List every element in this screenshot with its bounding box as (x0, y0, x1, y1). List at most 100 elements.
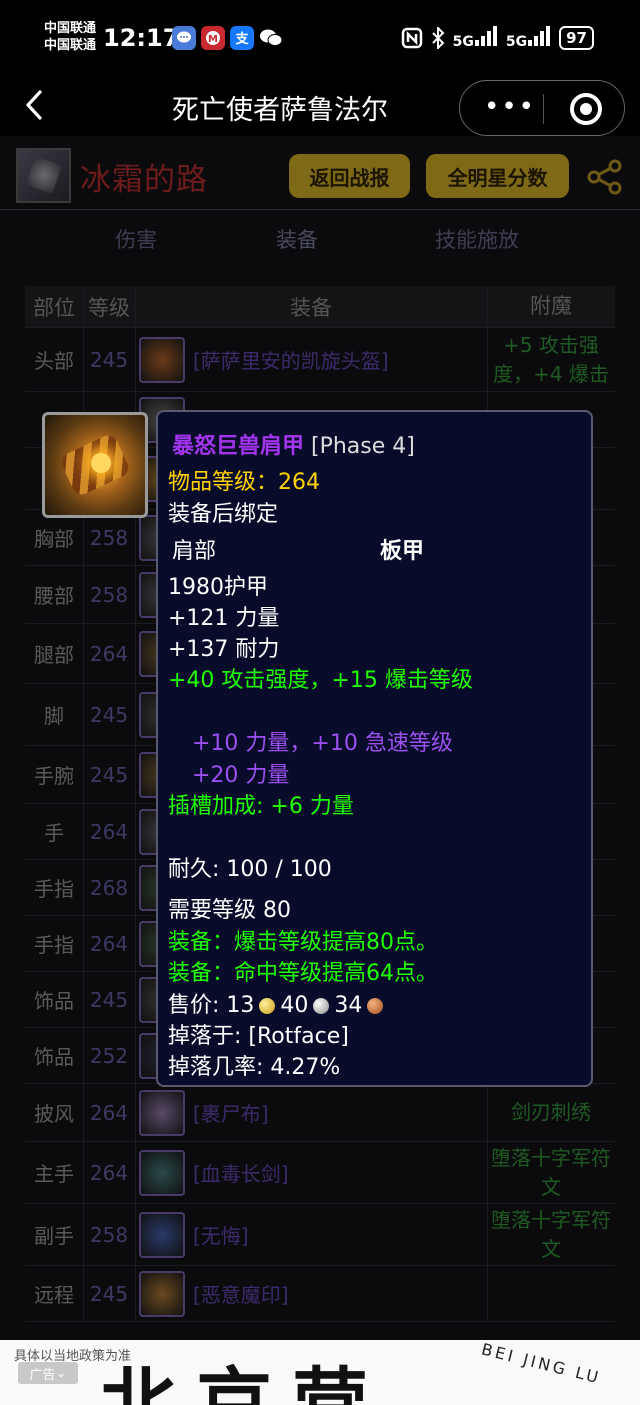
row-level: 258 (89, 525, 129, 550)
row-slot: 副手 (34, 1224, 74, 1248)
row-level: 258 (89, 582, 129, 607)
row-enchant (487, 1266, 615, 1321)
item-icon[interactable] (139, 1211, 185, 1258)
item-socket-bonus: 插槽加成: +6 力量 (168, 794, 354, 819)
item-bind: 装备后绑定 (168, 502, 279, 527)
item-armor-type: 板甲 (380, 539, 425, 564)
item-armor: 1980护甲 (168, 575, 268, 600)
item-icon[interactable] (139, 1089, 185, 1136)
chat-bubble-icon (172, 26, 196, 50)
tooltip-title: 暴怒巨兽肩甲 [Phase 4] (172, 428, 415, 460)
row-level: 245 (89, 762, 129, 787)
ad-tag[interactable]: 广告 ⌄ (18, 1362, 78, 1384)
signal-1: 5G (453, 26, 498, 50)
allstar-score-button[interactable]: 全明星分数 (426, 154, 569, 198)
row-slot: 腰部 (34, 584, 74, 608)
row-slot: 披风 (34, 1102, 74, 1126)
clock: 12:17 (103, 24, 180, 52)
item-icon[interactable] (139, 1270, 185, 1317)
item-name[interactable]: [裹尸布] (193, 1098, 269, 1127)
item-name: 暴怒巨兽肩甲 (172, 434, 305, 459)
capsule-divider (543, 94, 544, 124)
item-stat-stamina: +137 耐力 (168, 637, 280, 662)
copper-coin-icon (367, 998, 384, 1014)
table-row[interactable]: 副手 258 [无悔] 堕落十字军符文 (25, 1204, 615, 1266)
table-row[interactable]: 头部 245 [萨萨里安的凯旋头盔] +5 攻击强度，+4 爆击 (25, 328, 615, 392)
alipay-icon: 支 (230, 26, 254, 50)
item-sell-price: 售价: 13 40 34 (168, 987, 388, 1019)
item-name[interactable]: [无悔] (193, 1220, 249, 1249)
item-phase: [Phase 4] (311, 434, 415, 459)
share-icon[interactable] (586, 158, 624, 196)
tab-bar: 伤害 装备 技能施放 (0, 216, 640, 258)
col-header-slot: 部位 (33, 295, 75, 320)
col-header-item: 装备 (290, 295, 332, 320)
row-enchant: 堕落十字军符文 (491, 1207, 611, 1261)
item-equip-crit: 装备：爆击等级提高80点。 (168, 930, 438, 955)
svg-text:M: M (208, 34, 218, 45)
row-level: 264 (89, 1160, 129, 1185)
wechat-icon (259, 26, 283, 50)
battery-indicator: 97 (559, 26, 594, 50)
item-equip-hit: 装备：命中等级提高64点。 (168, 961, 438, 986)
row-slot: 远程 (34, 1283, 74, 1307)
row-slot: 头部 (34, 349, 74, 373)
row-slot: 手腕 (34, 764, 74, 788)
back-to-report-button[interactable]: 返回战报 (289, 154, 410, 198)
row-level: 245 (89, 1281, 129, 1306)
row-level: 252 (89, 1043, 129, 1068)
item-icon[interactable] (139, 1149, 185, 1196)
item-required-level: 需要等级 80 (168, 898, 291, 923)
item-icon[interactable] (139, 336, 185, 383)
bank-icon: M (201, 26, 225, 50)
row-level: 258 (89, 1222, 129, 1247)
tab-damage[interactable]: 伤害 (115, 224, 157, 254)
signal-bars-icon (528, 26, 551, 46)
report-header: 冰霜的路 返回战报 全明星分数 (0, 136, 640, 210)
row-slot: 手指 (34, 877, 74, 901)
row-item[interactable]: [血毒长剑] (135, 1142, 487, 1203)
close-target-icon[interactable] (570, 93, 602, 125)
signal-2: 5G (506, 26, 551, 50)
row-enchant: 剑刃刺绣 (511, 1100, 591, 1124)
row-level: 264 (89, 931, 129, 956)
row-slot: 手指 (34, 933, 74, 957)
table-row[interactable]: 主手 264 [血毒长剑] 堕落十字军符文 (25, 1142, 615, 1204)
row-slot: 手 (44, 821, 64, 845)
item-stat-strength: +121 力量 (168, 606, 280, 631)
item-slot: 肩部 (172, 539, 217, 564)
item-name[interactable]: [萨萨里安的凯旋头盔] (193, 345, 389, 374)
item-name[interactable]: [恶意魔印] (193, 1279, 289, 1308)
row-item[interactable]: [萨萨里安的凯旋头盔] (135, 328, 487, 391)
item-drop-source: 掉落于: [Rotface] (168, 1024, 349, 1049)
row-item[interactable]: [裹尸布] (135, 1084, 487, 1141)
item-tooltip: 暴怒巨兽肩甲 [Phase 4] 物品等级：264 装备后绑定 肩部 板甲 19… (156, 410, 593, 1087)
ad-brand-text: BEI JING LU (479, 1340, 604, 1388)
route-title: 冰霜的路 (80, 162, 208, 198)
row-item[interactable]: [恶意魔印] (135, 1266, 487, 1321)
item-enchant: +40 攻击强度，+15 爆击等级 (168, 668, 473, 693)
row-level: 245 (89, 987, 129, 1012)
tab-casts[interactable]: 技能施放 (435, 224, 519, 254)
row-slot: 腿部 (34, 643, 74, 667)
row-item[interactable]: [无悔] (135, 1204, 487, 1265)
item-gem-2: +20 力量 (192, 763, 290, 788)
shoulder-armor-icon (42, 412, 148, 518)
tab-equipment[interactable]: 装备 (276, 224, 318, 254)
item-name[interactable]: [血毒长剑] (193, 1158, 289, 1187)
item-durability: 耐久: 100 / 100 (168, 857, 332, 882)
item-gem-1: +10 力量，+10 急速等级 (192, 731, 453, 756)
table-row[interactable]: 远程 245 [恶意魔印] (25, 1266, 615, 1322)
ad-banner[interactable]: 具体以当地政策为准 广告 ⌄ 北京营 BEI JING LU (0, 1340, 640, 1405)
system-icons: 5G 5G 97 (401, 26, 594, 50)
more-dots-icon[interactable]: ••• (484, 94, 536, 120)
row-slot: 主手 (34, 1162, 74, 1186)
signal-bars-icon (474, 26, 497, 46)
row-slot: 胸部 (34, 527, 74, 551)
row-level: 268 (89, 875, 129, 900)
row-enchant: 堕落十字军符文 (491, 1145, 611, 1199)
table-row[interactable]: 披风 264 [裹尸布] 剑刃刺绣 (25, 1084, 615, 1142)
notification-icons: M 支 (172, 26, 283, 50)
row-slot: 饰品 (34, 1045, 74, 1069)
row-level: 264 (89, 641, 129, 666)
